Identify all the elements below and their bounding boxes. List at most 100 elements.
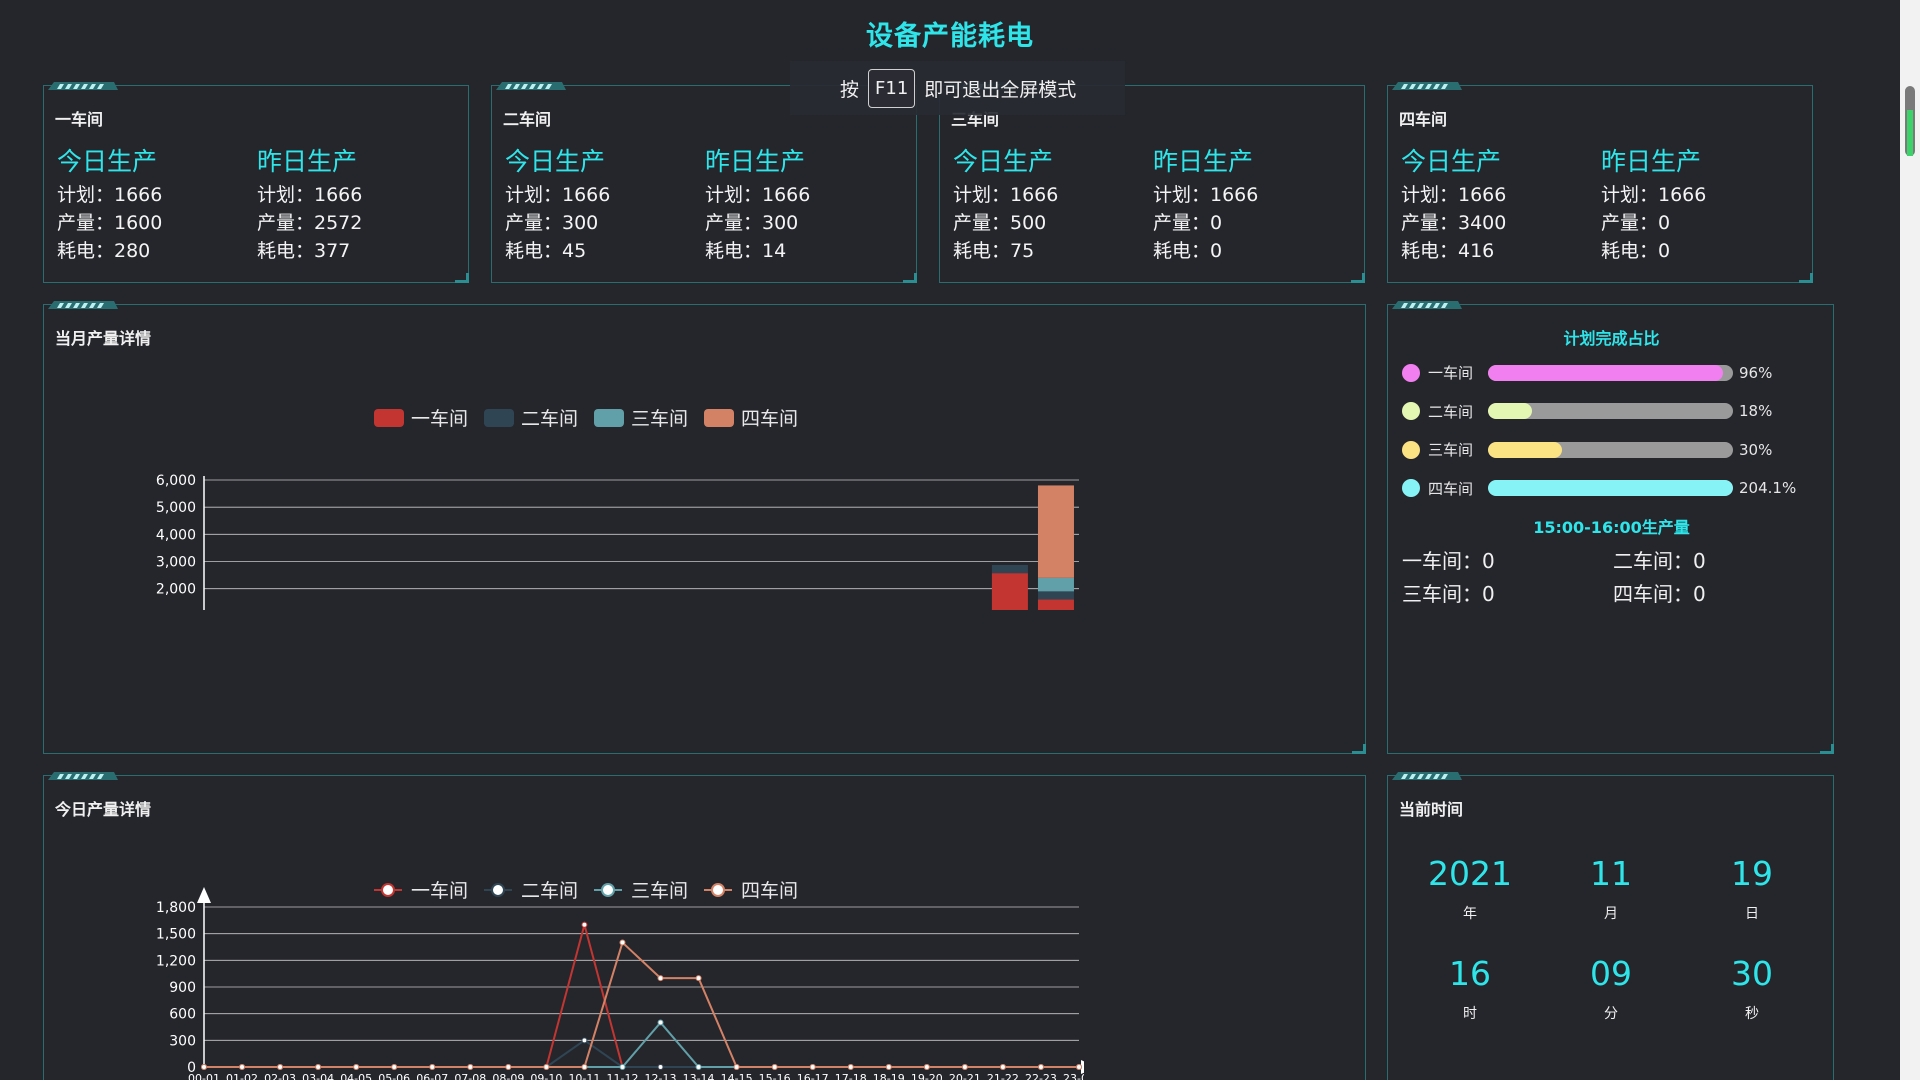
monthly-output-panel: 当月产量详情 一车间二车间三车间四车间01,0002,0003,0004,000… <box>43 301 1366 754</box>
yesterday-production: 昨日生产 计划：1666 产量：300 耗电：14 <box>705 142 895 265</box>
legend-marker <box>711 883 725 897</box>
completion-value: 30% <box>1739 440 1773 459</box>
data-point <box>657 1064 664 1070</box>
completion-bar-fill <box>1488 364 1724 381</box>
data-point <box>657 1019 664 1026</box>
x-tick-label: 16-17 <box>797 1072 829 1080</box>
panel-decoration <box>1392 772 1462 780</box>
completion-dot <box>1402 402 1420 420</box>
legend-label: 四车间 <box>741 880 798 902</box>
yesterday-power: 耗电：14 <box>705 240 787 262</box>
x-tick-label: 09-10 <box>530 1072 562 1080</box>
yesterday-output: 产量：300 <box>705 212 799 234</box>
legend-label: 一车间 <box>411 408 468 430</box>
x-tick-label: 11-12 <box>606 1072 638 1080</box>
today-production-label: 今日生产 <box>1401 147 1502 176</box>
yesterday-production: 昨日生产 计划：1666 产量：2572 耗电：377 <box>257 142 447 265</box>
completion-label: 四车间 <box>1428 479 1474 498</box>
clock-month-unit: 月 <box>1604 906 1618 922</box>
panel-decoration <box>48 301 118 309</box>
completion-bar <box>1488 441 1733 458</box>
panel-decoration <box>1392 301 1462 309</box>
completion-dot <box>1402 479 1420 497</box>
clock-year-unit: 年 <box>1463 906 1477 922</box>
current-time-title: 当前时间 <box>1399 800 1464 819</box>
y-tick-label: 4,000 <box>156 527 196 543</box>
today-production: 今日生产 计划：1666 产量：3400 耗电：416 <box>1401 142 1591 265</box>
x-tick-label: 07-08 <box>454 1072 486 1080</box>
y-axis-arrow <box>197 887 211 903</box>
panel-corner <box>903 273 917 283</box>
today-power: 耗电：45 <box>505 240 587 262</box>
x-tick-label: 03-04 <box>302 1072 334 1080</box>
panel-corner <box>1352 744 1366 754</box>
x-tick-label: 13-14 <box>683 1072 715 1080</box>
yesterday-production: 昨日生产 计划：1666 产量：0 耗电：0 <box>1601 142 1791 265</box>
data-point <box>581 921 588 928</box>
x-tick-label: 19-20 <box>911 1072 943 1080</box>
daily-output-panel: 今日产量详情 一车间 二车间 三车间 四车间 0 300 600 900 1,200 1,500 1… <box>43 772 1366 1080</box>
clock-minute-value: 09 <box>1590 954 1632 993</box>
today-plan: 计划：1666 <box>953 184 1059 206</box>
x-tick-label: 22-23 <box>1025 1072 1057 1080</box>
data-point <box>277 1064 284 1070</box>
y-tick-label: 5,000 <box>156 500 196 516</box>
hourly-output-title: 15:00-16:00生产量 <box>1533 518 1690 537</box>
hourly-output-grid: 一车间：0 二车间：0 三车间：0 四车间：0 <box>1402 545 1824 607</box>
completion-row: 四车间 204.1% <box>1402 478 1796 499</box>
x-tick-label: 12-13 <box>645 1072 677 1080</box>
x-tick-label: 06-07 <box>416 1072 448 1080</box>
today-production-label: 今日生产 <box>505 147 606 176</box>
yesterday-production: 昨日生产 计划：1666 产量：0 耗电：0 <box>1153 142 1343 265</box>
yesterday-plan: 计划：1666 <box>257 184 363 206</box>
legend-swatch <box>594 409 624 427</box>
yesterday-production-label: 昨日生产 <box>705 147 806 176</box>
plan-completion-panel: 计划完成占比 一车间 96% 二车间 18% 三车间 30% 四车间 204.1… <box>1387 301 1834 754</box>
yesterday-power: 耗电：0 <box>1153 240 1223 262</box>
clock-hour-unit: 时 <box>1463 1006 1477 1022</box>
y-tick-label: 1,500 <box>156 927 196 943</box>
today-production-label: 今日生产 <box>953 147 1054 176</box>
daily-output-title: 今日产量详情 <box>55 800 152 819</box>
x-tick-label: 08-09 <box>492 1072 524 1080</box>
y-tick-label: 300 <box>169 1033 196 1049</box>
legend-marker <box>601 883 615 897</box>
legend-swatch <box>484 409 514 427</box>
x-tick-label: 15-16 <box>759 1072 791 1080</box>
y-tick-label: 1,800 <box>156 900 196 916</box>
completion-value: 96% <box>1739 363 1773 382</box>
x-tick-label: 04-05 <box>340 1072 372 1080</box>
legend-label: 四车间 <box>741 408 798 430</box>
plan-completion-title: 计划完成占比 <box>1563 329 1660 348</box>
y-tick-label: 1,200 <box>156 953 196 969</box>
data-point <box>391 1064 398 1070</box>
today-plan: 计划：1666 <box>505 184 611 206</box>
clock-year-value: 2021 <box>1428 854 1512 893</box>
completion-bar <box>1488 480 1733 496</box>
clock-day-unit: 日 <box>1745 906 1759 922</box>
x-tick-label: 23-00 <box>1063 1072 1084 1080</box>
panel-decoration <box>496 82 566 90</box>
clock-hour-value: 16 <box>1449 954 1491 993</box>
completion-bar-fill <box>1488 403 1533 419</box>
data-point <box>619 1064 626 1070</box>
panel-decoration <box>1392 82 1462 90</box>
clock-day: 19 日 <box>1702 854 1802 923</box>
fullscreen-exit-toast: 按 F11 即可退出全屏模式 <box>790 61 1125 115</box>
clock-second-unit: 秒 <box>1745 1006 1759 1022</box>
clock-hour: 16 时 <box>1420 954 1520 1023</box>
completion-label: 一车间 <box>1428 364 1474 382</box>
today-output: 产量：300 <box>505 212 599 234</box>
legend-label: 三车间 <box>631 880 688 902</box>
yesterday-power: 耗电：377 <box>257 240 351 262</box>
page-scrollbar[interactable] <box>1900 0 1920 1080</box>
data-point <box>581 1037 588 1044</box>
data-point <box>657 975 664 982</box>
legend-label: 二车间 <box>521 408 578 430</box>
yesterday-output: 产量：0 <box>1601 212 1671 234</box>
yesterday-plan: 计划：1666 <box>705 184 811 206</box>
bar-segment <box>991 564 1028 574</box>
data-point <box>467 1064 474 1070</box>
panel-decoration <box>48 772 118 780</box>
hourly-output-item: 一车间：0 <box>1402 549 1495 573</box>
